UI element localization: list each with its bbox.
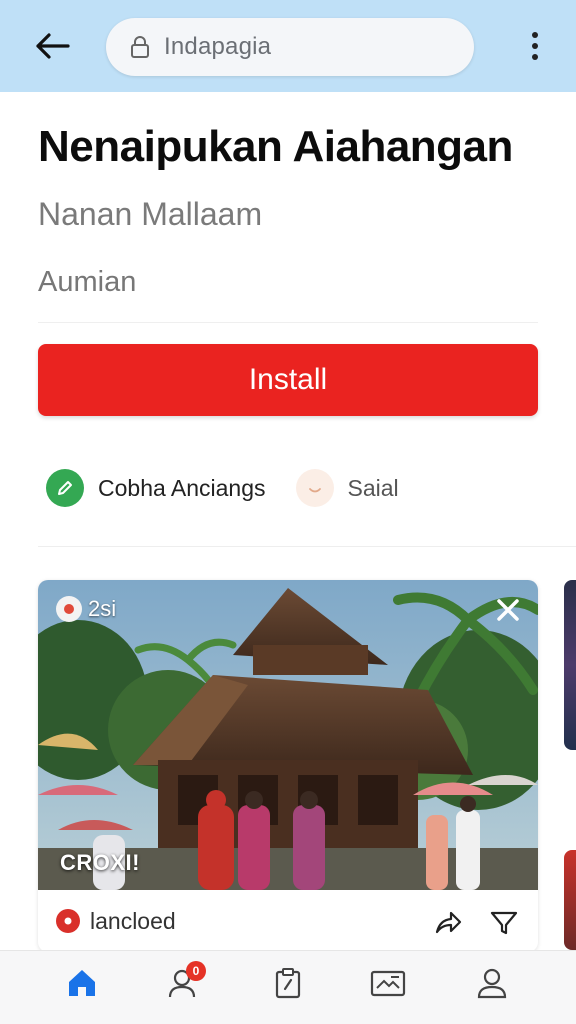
nav-clipboard[interactable] <box>268 963 308 1003</box>
home-icon <box>69 970 95 996</box>
badge-icon <box>56 596 82 622</box>
chip-saial[interactable]: Saial <box>295 469 399 507</box>
source-icon <box>56 909 80 933</box>
chip-cobha-anciangs[interactable]: Cobha Anciangs <box>46 469 266 507</box>
url-text: Indapagia <box>164 33 272 60</box>
filter-button[interactable] <box>488 906 520 938</box>
share-icon <box>435 911 462 934</box>
lock-icon <box>130 35 152 59</box>
next-card-preview[interactable] <box>564 580 576 750</box>
bottom-navigation: 0 <box>0 950 576 1024</box>
divider <box>38 322 538 323</box>
more-menu-button[interactable] <box>520 28 550 64</box>
smile-icon <box>295 469 334 507</box>
divider <box>38 546 576 547</box>
profile-icon <box>477 968 507 999</box>
nav-media[interactable] <box>368 963 408 1003</box>
clipboard-icon <box>275 968 301 999</box>
pencil-icon <box>46 469 84 507</box>
arrow-left-icon <box>36 33 70 59</box>
card-caption: CROXI! <box>60 850 140 875</box>
back-button[interactable] <box>30 28 74 64</box>
nav-profile[interactable] <box>472 963 512 1003</box>
chip-label: Saial <box>347 474 399 501</box>
close-button[interactable] <box>492 594 524 626</box>
media-icon <box>370 970 406 997</box>
address-bar[interactable]: Indapagia <box>106 18 474 76</box>
notification-badge: 0 <box>186 961 206 981</box>
temple-photo <box>38 580 538 890</box>
media-card[interactable]: 2si CROXI! lancloed <box>38 580 538 952</box>
browser-top-bar: Indapagia <box>0 0 576 92</box>
badge-text: 2si <box>88 596 117 621</box>
app-developer[interactable]: Nanan Mallaam <box>38 196 262 233</box>
card-badge: 2si <box>56 596 116 622</box>
chip-label: Cobha Anciangs <box>98 474 266 501</box>
more-vertical-icon <box>532 32 538 38</box>
next-card-preview[interactable] <box>564 850 576 950</box>
share-button[interactable] <box>432 906 464 938</box>
nav-home[interactable] <box>62 963 102 1003</box>
chip-row: Cobha Anciangs Saial <box>46 466 399 510</box>
install-button[interactable]: Install <box>38 344 538 416</box>
source-label[interactable]: lancloed <box>90 908 176 935</box>
app-category: Aumian <box>38 266 137 298</box>
nav-people[interactable]: 0 <box>164 961 206 1003</box>
card-footer: lancloed <box>38 890 538 952</box>
app-title: Nenaipukan Aiahangan <box>38 122 513 171</box>
filter-icon <box>490 911 518 935</box>
close-icon <box>497 599 519 621</box>
